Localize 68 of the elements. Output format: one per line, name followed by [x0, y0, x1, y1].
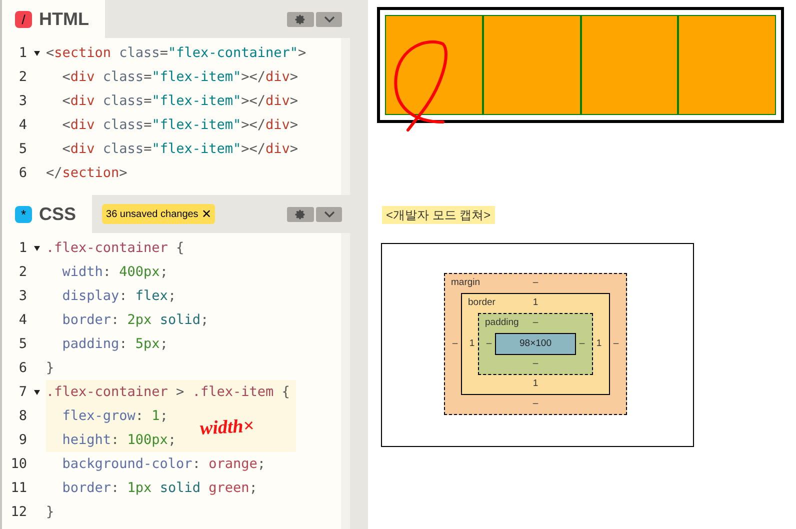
box-model-value: 1 — [595, 336, 603, 351]
asterisk-icon: * — [15, 206, 32, 222]
collapse-button[interactable] — [316, 12, 342, 26]
chevron-down-icon — [324, 16, 334, 22]
line-number: 5 — [18, 140, 28, 159]
box-model-value: – — [451, 336, 459, 351]
editor-title: CSS — [39, 202, 76, 226]
code-line: background-color: orange; — [61, 454, 266, 474]
box-model-value: – — [578, 336, 586, 351]
box-model-value: – — [485, 336, 493, 351]
editor-tab[interactable]: / HTML — [2, 0, 105, 38]
box-model-value: – — [532, 357, 538, 372]
line-number: 3 — [18, 286, 28, 306]
collapse-button[interactable] — [316, 206, 342, 222]
line-number: 6 — [18, 358, 28, 378]
code-line: border: 2px solid; — [61, 310, 210, 330]
box-model-value: – — [612, 336, 620, 351]
code-line: <div class="flex-item"></div> — [61, 68, 298, 87]
settings-button[interactable] — [287, 12, 314, 26]
line-number: 1 — [18, 44, 28, 63]
editor-tab[interactable]: * CSS — [2, 195, 92, 233]
line-number: 3 — [18, 92, 28, 111]
box-model-label: border — [467, 296, 496, 310]
line-number: 2 — [18, 68, 28, 87]
line-number: 5 — [18, 334, 28, 354]
unsaved-changes-badge[interactable]: 36 unsaved changes ✕ — [102, 204, 216, 224]
editor-title: HTML — [39, 8, 89, 30]
line-number: 10 — [10, 454, 28, 474]
box-model-value: 1 — [532, 377, 538, 392]
box-model-label: padding — [484, 316, 519, 330]
box-model-label: margin — [450, 276, 480, 290]
fold-triangle-icon[interactable] — [34, 390, 40, 394]
box-model-value: 1 — [532, 296, 538, 310]
settings-icon — [295, 14, 306, 24]
code-line: padding: 5px; — [61, 334, 169, 354]
box-model-value: 1 — [468, 336, 476, 351]
slash-icon: / — [15, 10, 32, 28]
code-line: width: 400px; — [61, 262, 169, 282]
code-line: } — [46, 358, 56, 378]
chevron-down-icon — [324, 210, 334, 218]
code-line: } — [46, 502, 56, 522]
line-number: 1 — [18, 238, 28, 258]
line-number: 4 — [18, 116, 28, 135]
line-number: 4 — [18, 310, 28, 330]
settings-button[interactable] — [287, 206, 314, 222]
code-line: <div class="flex-item"></div> — [61, 92, 298, 111]
code-line: <div class="flex-item"></div> — [61, 116, 298, 135]
code-line: .flex-container { — [46, 238, 186, 258]
code-line: display: flex; — [61, 286, 178, 306]
content-size: 98×100 — [495, 333, 576, 355]
line-number: 11 — [10, 478, 28, 498]
code-line: </section> — [46, 164, 128, 183]
line-number: 9 — [18, 430, 28, 450]
fold-triangle-icon[interactable] — [34, 50, 40, 56]
line-number: 2 — [18, 262, 28, 282]
line-number: 6 — [18, 164, 28, 183]
code-line: <div class="flex-item"></div> — [61, 140, 298, 159]
line-number: 12 — [10, 502, 28, 522]
code-line: border: 1px solid green; — [61, 478, 258, 498]
line-number: 8 — [18, 406, 28, 426]
caption-label: <개발자 모드 캡쳐> — [382, 206, 495, 224]
box-model-value: – — [532, 276, 538, 290]
line-number: 7 — [18, 382, 28, 402]
box-model-value: – — [532, 316, 538, 330]
settings-icon — [295, 208, 306, 220]
box-model-value: – — [532, 397, 538, 412]
code-line: <section class="flex-container"> — [46, 44, 306, 63]
fold-triangle-icon[interactable] — [34, 246, 40, 250]
